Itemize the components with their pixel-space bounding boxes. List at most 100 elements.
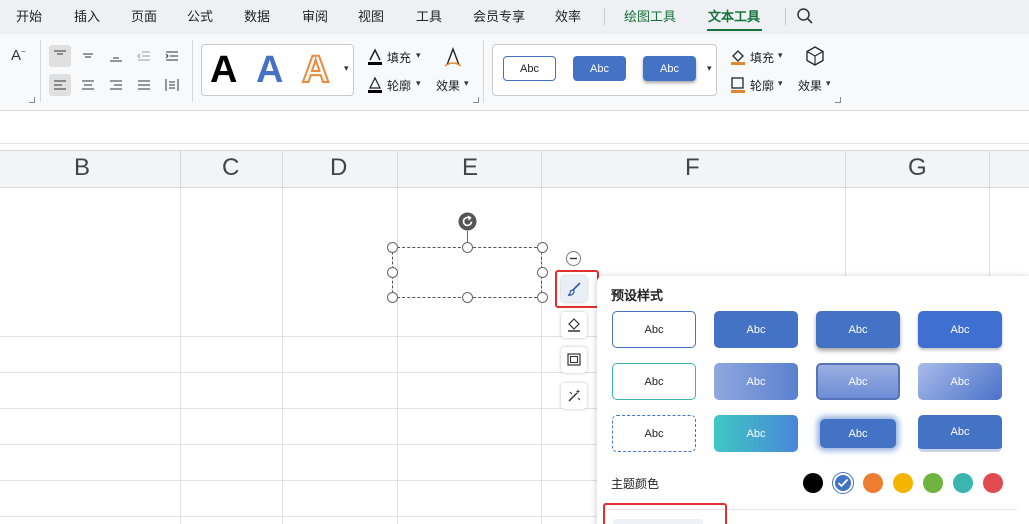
column-header-c[interactable]: C	[222, 154, 239, 182]
chevron-down-icon[interactable]: ▾	[416, 79, 421, 89]
resize-handle-top-right[interactable]	[537, 242, 548, 253]
search-icon[interactable]	[796, 7, 814, 25]
wordart-blue-style[interactable]: A	[256, 47, 283, 93]
chevron-down-icon[interactable]: ▾	[778, 79, 783, 89]
column-divider	[541, 151, 542, 189]
wordart-orange-outline-style[interactable]: A	[301, 47, 330, 93]
theme-color-black[interactable]	[803, 473, 823, 493]
column-header-d[interactable]: D	[330, 154, 347, 182]
preset-style-shadow-blue[interactable]: Abc	[816, 311, 900, 348]
preset-style-soft-blue[interactable]: Abc	[918, 311, 1002, 348]
preset-style-dashed-blue[interactable]: Abc	[612, 415, 696, 452]
increase-indent-button[interactable]	[161, 45, 183, 67]
menu-page[interactable]: 页面	[131, 6, 157, 25]
menu-home[interactable]: 开始	[16, 6, 42, 25]
menu-review[interactable]: 审阅	[302, 6, 328, 25]
theme-color-blue-selected[interactable]	[833, 473, 853, 493]
chevron-down-icon[interactable]: ▾	[416, 51, 421, 61]
preset-style-gradient-blue[interactable]: Abc	[714, 363, 798, 400]
selected-text-box[interactable]	[392, 247, 542, 298]
align-bottom-icon	[110, 57, 122, 62]
text-effect-button[interactable]: 效果	[436, 77, 460, 94]
preset-style-glow-blue[interactable]: Abc	[820, 419, 896, 448]
distribute-button[interactable]	[161, 74, 183, 96]
magic-wand-icon	[568, 389, 581, 402]
menu-insert[interactable]: 插入	[74, 6, 100, 25]
resize-handle-bottom[interactable]	[462, 292, 473, 303]
menu-formula[interactable]: 公式	[187, 6, 213, 25]
preset-style-outline-blue[interactable]: Abc	[612, 311, 696, 348]
resize-handle-bottom-left[interactable]	[387, 292, 398, 303]
shape-style-shadow[interactable]: Abc	[643, 56, 696, 81]
chevron-down-icon[interactable]: ▾	[464, 79, 469, 89]
grid-line	[397, 188, 398, 524]
align-center-button[interactable]	[77, 74, 99, 96]
dialog-launcher-icon[interactable]	[473, 97, 479, 103]
align-top-button[interactable]	[49, 45, 71, 67]
menu-data[interactable]: 数据	[244, 6, 270, 25]
shape-fill-quick-button[interactable]	[561, 312, 587, 338]
resize-handle-right[interactable]	[537, 267, 548, 278]
menu-text-tools[interactable]: 文本工具	[708, 6, 760, 25]
preset-style-reflection-blue[interactable]: Abc	[918, 415, 1002, 452]
align-left-button[interactable]	[49, 74, 71, 96]
shape-effect-quick-button[interactable]	[561, 383, 587, 409]
chevron-down-icon[interactable]: ▾	[778, 51, 783, 61]
formula-bar-area	[0, 111, 1029, 144]
resize-handle-top-left[interactable]	[387, 242, 398, 253]
wordart-gallery-dropdown-icon[interactable]: ▾	[344, 64, 349, 74]
preset-style-outline-teal[interactable]: Abc	[612, 363, 696, 400]
shape-effect-button[interactable]: 效果	[798, 77, 822, 94]
shape-gallery-dropdown-icon[interactable]: ▾	[707, 64, 712, 74]
shape-style-gallery[interactable]: Abc Abc Abc	[492, 44, 717, 96]
more-options-button[interactable]	[613, 519, 703, 524]
preset-style-bordered-gradient[interactable]: Abc	[816, 363, 900, 400]
menu-tools[interactable]: 工具	[416, 6, 442, 25]
shape-style-fill[interactable]: Abc	[573, 56, 626, 81]
theme-color-green[interactable]	[923, 473, 943, 493]
column-header-f[interactable]: F	[685, 154, 700, 182]
resize-handle-bottom-right[interactable]	[537, 292, 548, 303]
decrease-indent-button[interactable]	[133, 45, 155, 67]
menu-drawing-tools[interactable]: 绘图工具	[624, 6, 676, 25]
theme-color-yellow[interactable]	[893, 473, 913, 493]
preset-style-teal-gradient[interactable]: Abc	[714, 415, 798, 452]
dialog-launcher-icon[interactable]	[835, 97, 841, 103]
shape-style-outline[interactable]: Abc	[503, 56, 556, 81]
theme-color-orange[interactable]	[863, 473, 883, 493]
shape-outline-quick-button[interactable]	[561, 347, 587, 373]
shape-fill-button[interactable]: 填充	[750, 49, 774, 66]
rotate-handle-icon[interactable]	[458, 212, 477, 231]
shape-outline-button[interactable]: 轮廓	[750, 77, 774, 94]
chevron-down-icon[interactable]: ▾	[826, 79, 831, 89]
align-right-button[interactable]	[105, 74, 127, 96]
column-header-g[interactable]: G	[908, 154, 927, 182]
menu-view[interactable]: 视图	[358, 6, 384, 25]
collapse-toolbar-button[interactable]	[566, 251, 581, 266]
decrease-font-size-button[interactable]: A−	[11, 47, 26, 64]
checkmark-icon	[837, 478, 849, 488]
justify-icon	[138, 80, 150, 90]
column-header-e[interactable]: E	[462, 154, 478, 182]
menu-separator	[604, 8, 605, 25]
justify-button[interactable]	[133, 74, 155, 96]
dialog-launcher-icon[interactable]	[29, 97, 35, 103]
wordart-style-gallery[interactable]: A A A	[201, 44, 354, 96]
column-header-b[interactable]: B	[74, 154, 90, 182]
align-bottom-button[interactable]	[105, 45, 127, 67]
preset-style-diagonal-gradient[interactable]: Abc	[918, 363, 1002, 400]
theme-colors-label: 主题颜色	[611, 477, 660, 491]
theme-color-red[interactable]	[983, 473, 1003, 493]
column-divider	[397, 151, 398, 189]
theme-color-teal[interactable]	[953, 473, 973, 493]
preset-style-solid-blue[interactable]: Abc	[714, 311, 798, 348]
menu-efficiency[interactable]: 效率	[555, 6, 581, 25]
resize-handle-left[interactable]	[387, 267, 398, 278]
text-fill-icon	[367, 48, 383, 66]
wordart-black-style[interactable]: A	[210, 47, 237, 93]
resize-handle-top[interactable]	[462, 242, 473, 253]
text-outline-button[interactable]: 轮廓	[387, 77, 411, 94]
text-fill-button[interactable]: 填充	[387, 49, 411, 66]
menu-member[interactable]: 会员专享	[473, 6, 525, 25]
align-middle-button[interactable]	[77, 45, 99, 67]
